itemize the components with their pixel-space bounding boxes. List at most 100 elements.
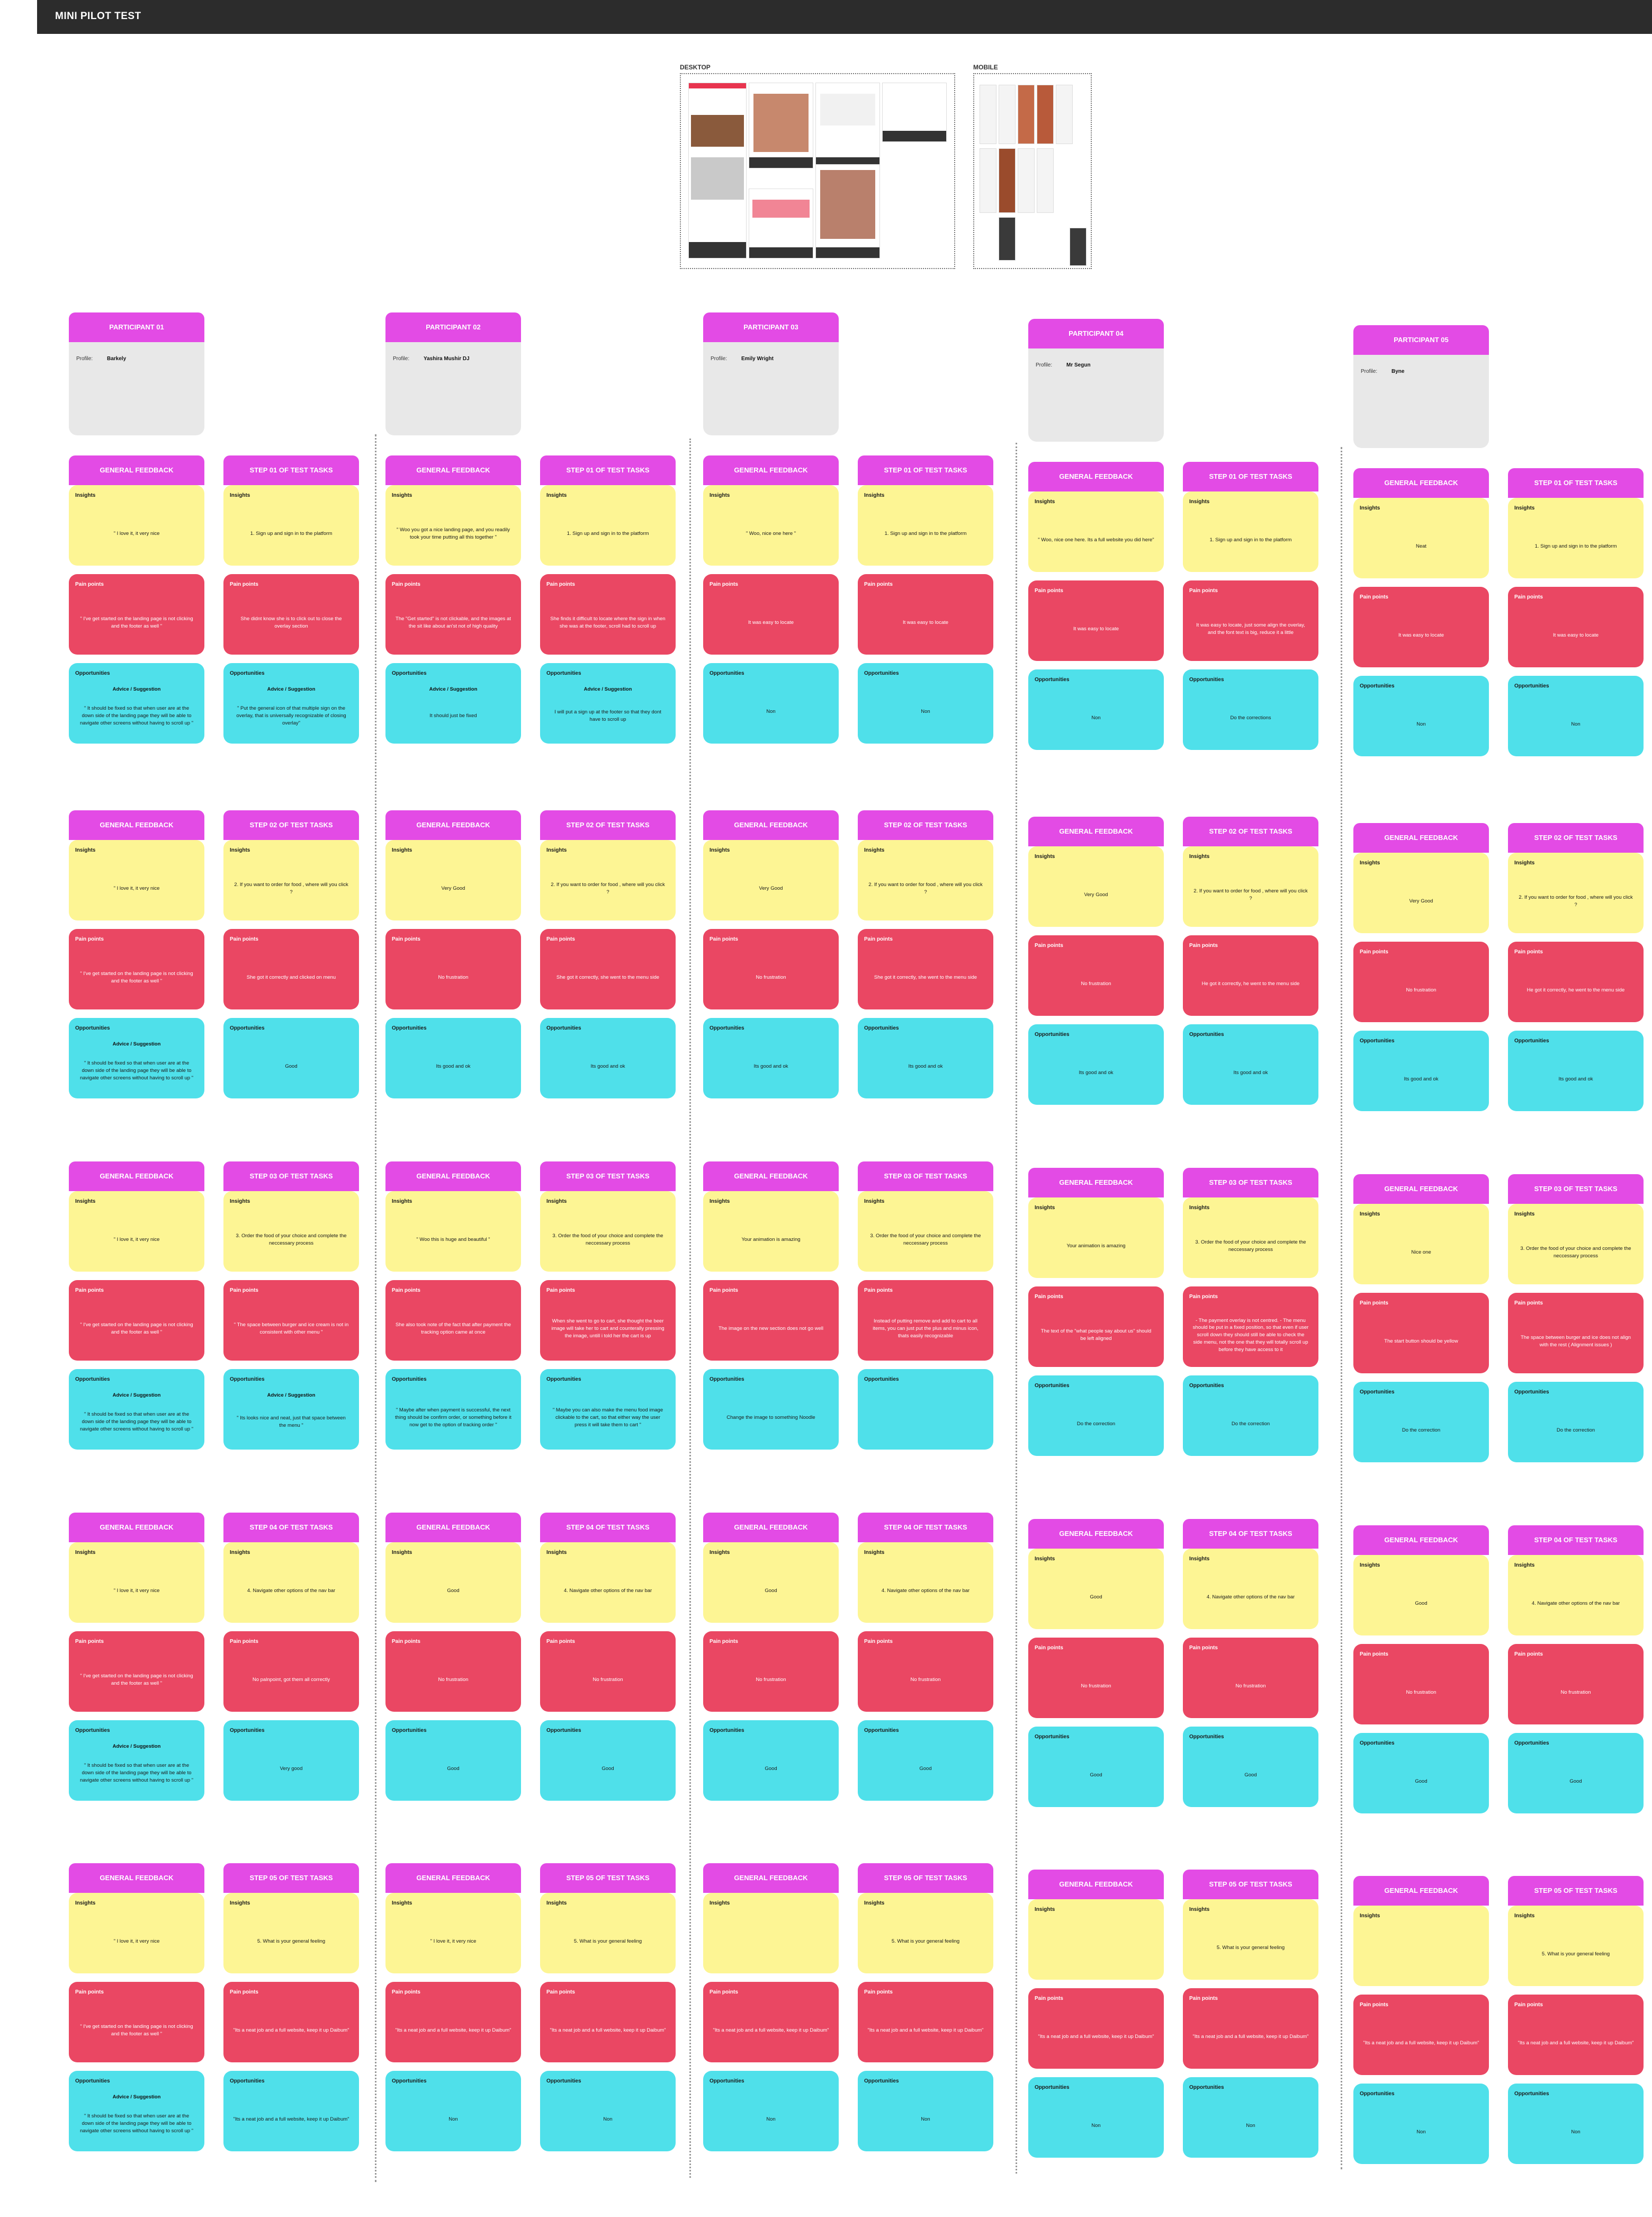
insight-note[interactable]: Insights 3. Order the food of your choice… <box>540 1191 676 1272</box>
pain-point-note[interactable]: Pain points She got it correctly, she wen… <box>540 929 676 1009</box>
opportunity-note[interactable]: Opportunities Advice / Suggestion I will p… <box>540 663 676 744</box>
pain-point-note[interactable]: Pain points She also took note of the fac… <box>385 1280 521 1361</box>
insight-note[interactable]: Insights 2. If you want to order for food… <box>858 840 993 920</box>
insight-note[interactable]: Insights 4. Navigate other options of the… <box>223 1542 359 1623</box>
opportunity-note[interactable]: Opportunities Advice / Suggestion " Its lo… <box>223 1369 359 1450</box>
insight-note[interactable]: Insights 3. Order the food of your choice… <box>1183 1197 1318 1278</box>
mobile-screens-frame[interactable] <box>973 73 1092 269</box>
pain-point-note[interactable]: Pain points " I've get started on the lan… <box>69 574 204 655</box>
opportunity-note[interactable]: Opportunities Advice / Suggestion " Put th… <box>223 663 359 744</box>
opportunity-note[interactable]: Opportunities Non <box>1508 2084 1644 2164</box>
insight-note[interactable]: Insights 3. Order the food of your choice… <box>223 1191 359 1272</box>
opportunity-note[interactable]: Opportunities Non <box>1028 2077 1164 2158</box>
opportunity-note[interactable]: Opportunities Its good and ok <box>385 1018 521 1098</box>
insight-note[interactable]: Insights 4. Navigate other options of the… <box>540 1542 676 1623</box>
opportunity-note[interactable]: Opportunities Its good and ok <box>540 1018 676 1098</box>
opportunity-note[interactable]: Opportunities Do the corrections <box>1183 669 1318 750</box>
opportunity-note[interactable]: Opportunities Good <box>540 1720 676 1801</box>
opportunity-note[interactable]: Opportunities Its good and ok <box>858 1018 993 1098</box>
pain-point-note[interactable]: Pain points No frustration <box>858 1631 993 1712</box>
pain-point-note[interactable]: Pain points No frustration <box>1353 1644 1489 1724</box>
opportunity-note[interactable]: Opportunities Good <box>223 1018 359 1098</box>
insight-note[interactable]: Insights 3. Order the food of your choice… <box>858 1191 993 1272</box>
opportunity-note[interactable]: Opportunities Good <box>1508 1733 1644 1813</box>
opportunity-note[interactable]: Opportunities Very good <box>223 1720 359 1801</box>
opportunity-note[interactable]: Opportunities Non <box>385 2071 521 2151</box>
opportunity-note[interactable]: Opportunities Non <box>540 2071 676 2151</box>
opportunity-note[interactable]: Opportunities Change the image to somethi… <box>703 1369 839 1450</box>
insight-note[interactable]: Insights 2. If you want to order for food… <box>1183 846 1318 927</box>
opportunity-note[interactable]: Opportunities Non <box>703 2071 839 2151</box>
opportunity-note[interactable]: Opportunities Non <box>858 663 993 744</box>
pain-point-note[interactable]: Pain points No frustration <box>703 929 839 1009</box>
insight-note[interactable]: Insights Nice one <box>1353 1204 1489 1284</box>
pain-point-note[interactable]: Pain points "Its a neat job and a full we… <box>1183 1988 1318 2069</box>
pain-point-note[interactable]: Pain points The space between burger and … <box>1508 1293 1644 1373</box>
pain-point-note[interactable]: Pain points " I've get started on the lan… <box>69 1982 204 2062</box>
opportunity-note[interactable]: Opportunities Good <box>858 1720 993 1801</box>
opportunity-note[interactable]: Opportunities Its good and ok <box>703 1018 839 1098</box>
pain-point-note[interactable]: Pain points It was easy to locate <box>858 574 993 655</box>
participant-profile-card[interactable]: Profile: Yashira Mushir DJ <box>385 342 521 435</box>
opportunity-note[interactable]: Opportunities Its good and ok <box>1183 1024 1318 1105</box>
opportunity-note[interactable]: Opportunities Advice / Suggestion " It sho… <box>69 1369 204 1450</box>
opportunity-note[interactable]: Opportunities Advice / Suggestion " It sho… <box>69 1018 204 1098</box>
pain-point-note[interactable]: Pain points No frustration <box>1353 942 1489 1022</box>
pain-point-note[interactable]: Pain points "Its a neat job and a full we… <box>540 1982 676 2062</box>
insight-note[interactable]: Insights " Woo this is huge and beautiful… <box>385 1191 521 1272</box>
insight-note[interactable]: Insights 4. Navigate other options of the… <box>1183 1549 1318 1629</box>
pain-point-note[interactable]: Pain points He got it correctly, he went … <box>1183 935 1318 1016</box>
opportunity-note[interactable]: Opportunities Advice / Suggestion " It sho… <box>69 2071 204 2151</box>
pain-point-note[interactable]: Pain points No frustration <box>385 929 521 1009</box>
pain-point-note[interactable]: Pain points She didnt know she is to clic… <box>223 574 359 655</box>
insight-note[interactable]: Insights 5. What is your general feeling <box>540 1893 676 1973</box>
opportunity-note[interactable]: Opportunities Non <box>858 2071 993 2151</box>
pain-point-note[interactable]: Pain points " I've get started on the lan… <box>69 929 204 1009</box>
insight-note[interactable]: Insights 2. If you want to order for food… <box>1508 853 1644 933</box>
insight-note[interactable]: Insights " Woo, nice one here " <box>703 485 839 566</box>
insight-note[interactable]: Insights Very Good <box>1353 853 1489 933</box>
opportunity-note[interactable]: Opportunities Good <box>1353 1733 1489 1813</box>
insight-note[interactable]: Insights 5. What is your general feeling <box>1183 1899 1318 1980</box>
insight-note[interactable]: Insights 5. What is your general feeling <box>223 1893 359 1973</box>
pain-point-note[interactable]: Pain points No frustration <box>1028 1638 1164 1718</box>
pain-point-note[interactable]: Pain points No frustration <box>1028 935 1164 1016</box>
pain-point-note[interactable]: Pain points The "Get started" is not clic… <box>385 574 521 655</box>
opportunity-note[interactable]: Opportunities Advice / Suggestion " It sho… <box>69 1720 204 1801</box>
pain-point-note[interactable]: Pain points The text of the "what people … <box>1028 1286 1164 1367</box>
insight-note[interactable]: Insights Good <box>385 1542 521 1623</box>
insight-note[interactable]: Insights 1. Sign up and sign in to the pl… <box>223 485 359 566</box>
pain-point-note[interactable]: Pain points It was easy to locate, just s… <box>1183 580 1318 661</box>
pain-point-note[interactable]: Pain points Instead of putting remove and… <box>858 1280 993 1361</box>
pain-point-note[interactable]: Pain points " The space between burger an… <box>223 1280 359 1361</box>
insight-note[interactable]: Insights Good <box>1353 1555 1489 1635</box>
pain-point-note[interactable]: Pain points No frustration <box>540 1631 676 1712</box>
insight-note[interactable]: Insights " I love it, it very nice <box>69 1893 204 1973</box>
opportunity-note[interactable]: Opportunities Its good and ok <box>1353 1031 1489 1111</box>
opportunity-note[interactable]: Opportunities Advice / Suggestion " It sho… <box>69 663 204 744</box>
opportunity-note[interactable]: Opportunities Non <box>1353 676 1489 756</box>
insight-note[interactable]: Insights Good <box>703 1542 839 1623</box>
opportunity-note[interactable]: Opportunities "Its a neat job and a full … <box>223 2071 359 2151</box>
insight-note[interactable]: Insights 1. Sign up and sign in to the pl… <box>858 485 993 566</box>
pain-point-note[interactable]: Pain points - The payment overlay is not … <box>1183 1286 1318 1367</box>
pain-point-note[interactable]: Pain points " I've get started on the lan… <box>69 1631 204 1712</box>
insight-note[interactable]: Insights " I love it, it very nice <box>69 1191 204 1272</box>
insight-note[interactable]: Insights Neat <box>1353 498 1489 578</box>
opportunity-note[interactable]: Opportunities Non <box>1028 669 1164 750</box>
insight-note[interactable]: Insights Good <box>1028 1549 1164 1629</box>
opportunity-note[interactable]: Opportunities Do the correction <box>1508 1382 1644 1462</box>
participant-profile-card[interactable]: Profile: Mr Segun <box>1028 348 1164 442</box>
insight-note[interactable]: Insights " I love it, it very nice <box>69 840 204 920</box>
pain-point-note[interactable]: Pain points "Its a neat job and a full we… <box>703 1982 839 2062</box>
pain-point-note[interactable]: Pain points She got it correctly and clic… <box>223 929 359 1009</box>
pain-point-note[interactable]: Pain points No frustration <box>703 1631 839 1712</box>
insight-note[interactable]: Insights " I love it, it very nice <box>69 1542 204 1623</box>
opportunity-note[interactable]: Opportunities Good <box>1028 1727 1164 1807</box>
pain-point-note[interactable]: Pain points She finds it difficult to loc… <box>540 574 676 655</box>
insight-note[interactable]: Insights 3. Order the food of your choice… <box>1508 1204 1644 1284</box>
pain-point-note[interactable]: Pain points The start button should be ye… <box>1353 1293 1489 1373</box>
pain-point-note[interactable]: Pain points It was easy to locate <box>1028 580 1164 661</box>
insight-note[interactable]: Insights 2. If you want to order for food… <box>223 840 359 920</box>
insight-note[interactable]: Insights Very Good <box>703 840 839 920</box>
